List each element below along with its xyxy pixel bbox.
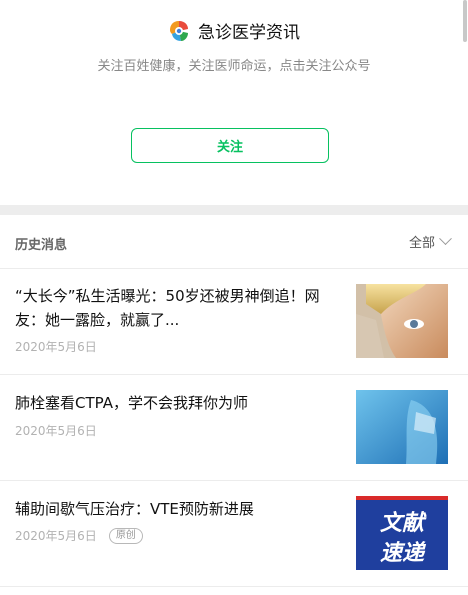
- article-thumbnail: [356, 390, 448, 464]
- article-thumbnail: 文献 速递: [356, 496, 448, 570]
- article-item[interactable]: 肺栓塞看CTPA，学不会我拜你为师 2020年5月6日: [0, 375, 468, 481]
- article-title: 肺栓塞看CTPA，学不会我拜你为师: [15, 394, 248, 412]
- follow-button[interactable]: 关注: [131, 128, 329, 163]
- account-name: 急诊医学资讯: [198, 23, 300, 43]
- account-tagline: 关注百姓健康，关注医师命运，点击关注公众号: [97, 59, 371, 74]
- filter-dropdown[interactable]: 全部: [408, 232, 452, 251]
- article-date: 2020年5月6日: [15, 340, 97, 354]
- chevron-down-icon: [439, 232, 452, 246]
- account-logo-icon: [170, 20, 188, 41]
- article-item[interactable]: “大长今”私生活曝光：50岁还被男神倒追！网友：她一露脸，就赢了... 2020…: [0, 269, 468, 375]
- article-meta: 2020年5月6日: [15, 338, 97, 355]
- article-title: “大长今”私生活曝光：50岁还被男神倒追！网友：她一露脸，就赢了...: [15, 287, 320, 329]
- history-title: 历史消息: [15, 238, 68, 253]
- history-header: 历史消息 全部: [0, 215, 468, 269]
- article-date: 2020年5月6日: [15, 424, 97, 438]
- original-badge: 原创: [108, 527, 143, 544]
- filter-label: 全部: [408, 236, 435, 251]
- thumbnail-text: 文献: [380, 510, 427, 536]
- article-meta: 2020年5月6日: [15, 422, 97, 439]
- section-divider: [0, 205, 468, 215]
- article-meta: 2020年5月6日 原创: [15, 527, 143, 544]
- article-item[interactable]: 辅助间歇气压治疗：VTE预防新进展 2020年5月6日 原创 文献 速递: [0, 481, 468, 587]
- account-brand: 急诊医学资讯: [0, 18, 468, 43]
- article-title: 辅助间歇气压治疗：VTE预防新进展: [15, 500, 254, 518]
- profile-header: 急诊医学资讯 关注百姓健康，关注医师命运，点击关注公众号 关注: [0, 0, 468, 205]
- article-thumbnail: [356, 284, 448, 358]
- thumbnail-text: 速递: [380, 540, 427, 566]
- article-date: 2020年5月6日: [15, 529, 97, 543]
- scrollbar[interactable]: [463, 0, 467, 42]
